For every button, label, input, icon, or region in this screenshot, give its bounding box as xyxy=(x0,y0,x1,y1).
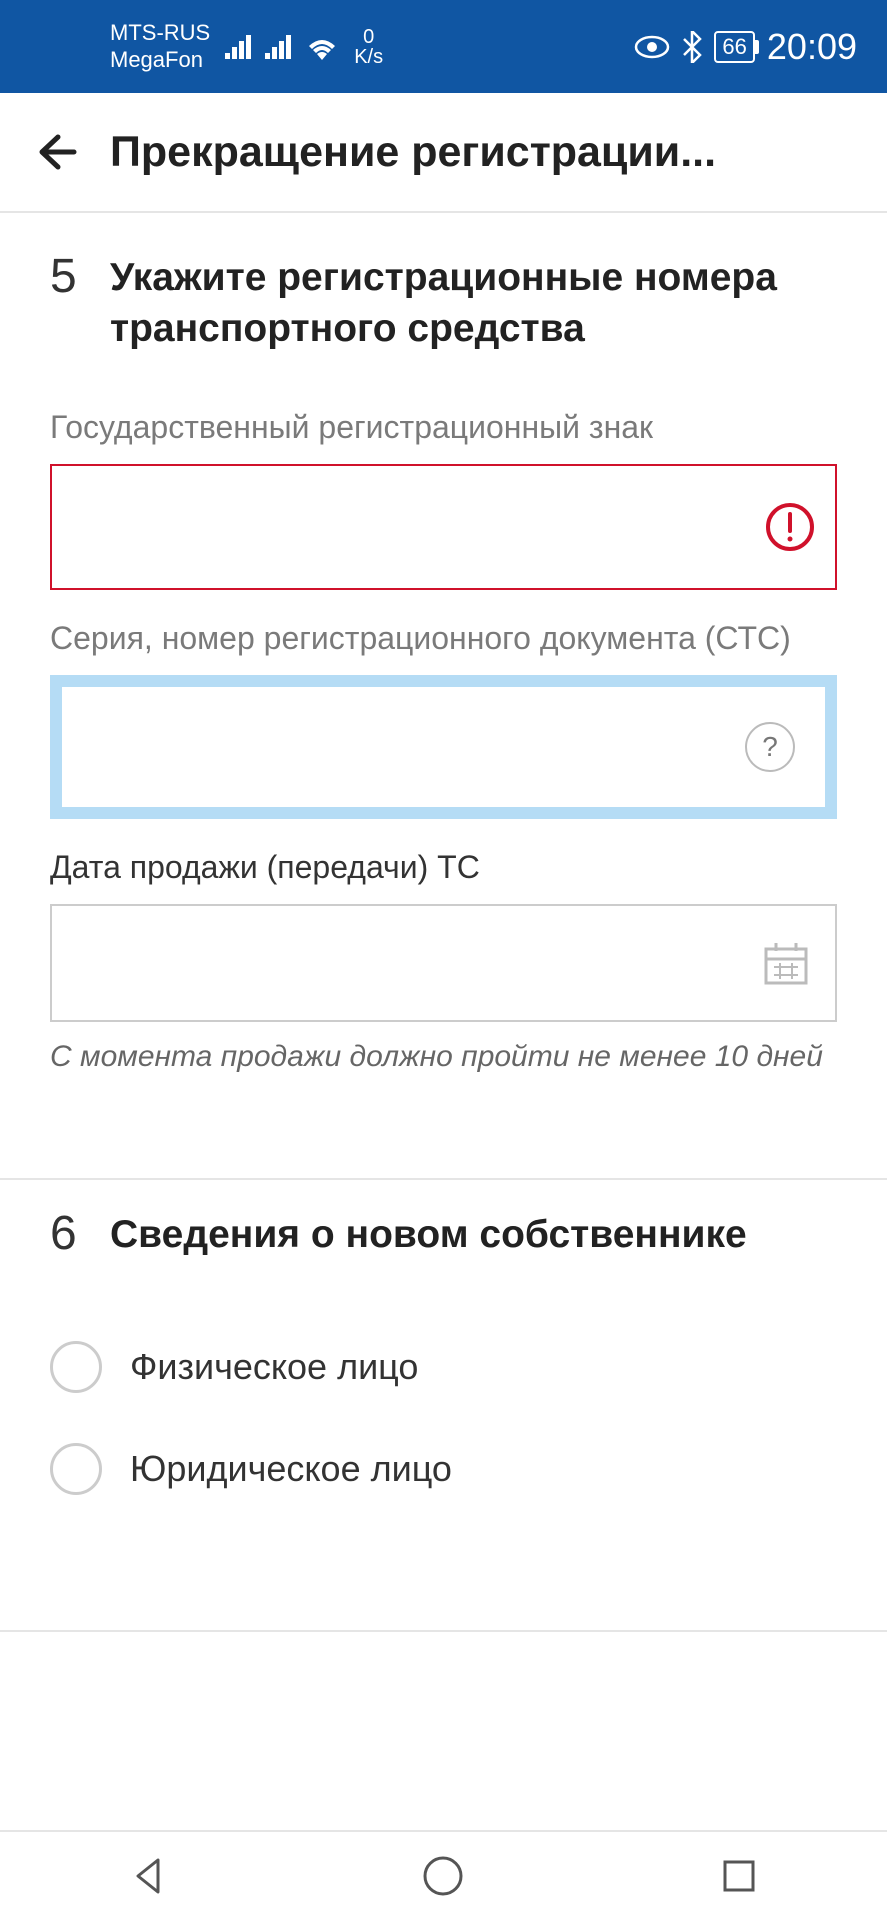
radio-legal-label: Юридическое лицо xyxy=(130,1448,452,1490)
back-arrow-icon[interactable] xyxy=(30,127,80,177)
status-right: 66 20:09 xyxy=(634,26,857,68)
carrier-names: MTS-RUS MegaFon xyxy=(110,20,210,73)
data-speed: 0 K/s xyxy=(354,27,383,67)
radio-circle-icon xyxy=(50,1341,102,1393)
doc-number-input[interactable] xyxy=(82,687,805,807)
calendar-icon[interactable] xyxy=(762,939,810,987)
field-doc-number: Серия, номер регистрационного документа … xyxy=(50,620,837,819)
sale-date-label: Дата продажи (передачи) ТС xyxy=(50,849,837,886)
step-number-6: 6 xyxy=(50,1210,85,1261)
battery-indicator: 66 xyxy=(714,31,754,63)
registration-sign-input[interactable] xyxy=(72,466,815,588)
error-icon xyxy=(765,502,815,552)
carrier-2: MegaFon xyxy=(110,47,210,73)
nav-back-icon[interactable] xyxy=(124,1852,172,1900)
radio-individual-label: Физическое лицо xyxy=(130,1346,418,1388)
field-registration-sign: Государственный регистрационный знак xyxy=(50,409,837,590)
nav-recent-icon[interactable] xyxy=(715,1852,763,1900)
section-6-header: 6 Сведения о новом собственнике xyxy=(50,1210,837,1261)
data-amount: 0 xyxy=(363,27,374,47)
carrier-1: MTS-RUS xyxy=(110,20,210,46)
owner-type-radio-group: Физическое лицо Юридическое лицо xyxy=(50,1316,837,1520)
registration-sign-input-wrap xyxy=(50,464,837,590)
radio-individual[interactable]: Физическое лицо xyxy=(50,1316,837,1418)
section-5-title: Укажите регистрационные номера транспорт… xyxy=(110,253,837,354)
signal-icon xyxy=(225,35,257,59)
radio-circle-icon xyxy=(50,1443,102,1495)
status-bar: MTS-RUS MegaFon 0 K/s 66 20:09 xyxy=(0,0,887,93)
sale-date-hint: С момента продажи должно пройти не менее… xyxy=(50,1037,837,1078)
clock-time: 20:09 xyxy=(767,26,857,68)
registration-sign-label: Государственный регистрационный знак xyxy=(50,409,837,446)
section-6: 6 Сведения о новом собственнике Физическ… xyxy=(0,1180,887,1590)
nav-bar xyxy=(0,1830,887,1920)
section-5-header: 5 Укажите регистрационные номера транспо… xyxy=(50,253,837,354)
data-unit: K/s xyxy=(354,47,383,67)
signal-icon xyxy=(265,35,297,59)
sale-date-input[interactable] xyxy=(77,906,810,1020)
sale-date-input-wrap xyxy=(50,904,837,1022)
section-5: 5 Укажите регистрационные номера транспо… xyxy=(0,213,887,1138)
wifi-icon xyxy=(305,34,339,60)
doc-number-label: Серия, номер регистрационного документа … xyxy=(50,620,837,657)
nav-home-icon[interactable] xyxy=(419,1852,467,1900)
doc-number-input-wrap: ? xyxy=(50,675,837,819)
battery-level: 66 xyxy=(722,34,746,60)
section-divider xyxy=(0,1630,887,1632)
field-sale-date: Дата продажи (передачи) ТС С момента про… xyxy=(50,849,837,1078)
eye-icon xyxy=(634,35,670,59)
signal-icons xyxy=(225,34,339,60)
app-header: Прекращение регистрации... xyxy=(0,93,887,213)
radio-legal-entity[interactable]: Юридическое лицо xyxy=(50,1418,837,1520)
step-number-5: 5 xyxy=(50,253,85,354)
section-6-title: Сведения о новом собственнике xyxy=(110,1210,747,1261)
page-title: Прекращение регистрации... xyxy=(110,128,716,177)
status-left: MTS-RUS MegaFon 0 K/s xyxy=(110,20,383,73)
bluetooth-icon xyxy=(682,31,702,63)
